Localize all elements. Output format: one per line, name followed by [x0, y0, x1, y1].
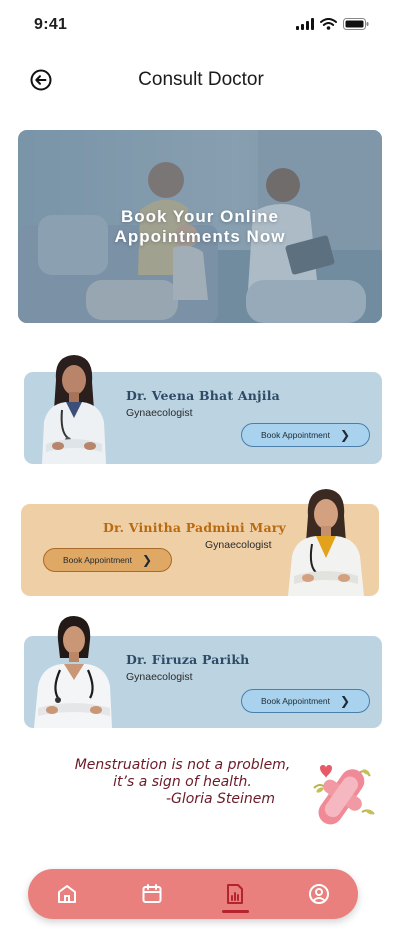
wifi-icon — [320, 18, 337, 30]
doctor-photo-2 — [288, 489, 364, 596]
hero-banner[interactable]: Book Your Online Appointments Now — [18, 130, 382, 323]
report-icon — [227, 884, 243, 904]
quote: Menstruation is not a problem, it’s a si… — [60, 757, 305, 808]
profile-icon — [309, 884, 329, 904]
hero-line-2: Appointments Now — [114, 227, 286, 246]
sanitary-pad-illustration — [313, 765, 375, 825]
book-appointment-label: Book Appointment — [260, 696, 330, 706]
quote-line-2: it’s a sign of health. — [113, 774, 252, 790]
chevron-right-icon: ❯ — [141, 553, 153, 567]
chevron-right-icon: ❯ — [339, 428, 351, 442]
doctor-name: Dr. Vinitha Padmini Mary — [103, 520, 287, 535]
book-appointment-label: Book Appointment — [260, 430, 330, 440]
doctor-name: Dr. Veena Bhat Anjila — [126, 388, 280, 403]
nav-reports[interactable] — [223, 882, 247, 906]
status-time: 9:41 — [34, 16, 68, 33]
page-title: Consult Doctor — [138, 69, 264, 90]
nav-calendar[interactable] — [140, 882, 164, 906]
doctor-specialty: Gynaecologist — [126, 671, 193, 683]
signal-icon — [296, 18, 314, 30]
chevron-right-icon: ❯ — [339, 694, 351, 708]
nav-home[interactable] — [55, 882, 79, 906]
home-icon — [58, 885, 76, 903]
nav-active-indicator — [222, 910, 249, 913]
battery-icon — [343, 18, 369, 30]
book-appointment-button[interactable]: Book Appointment ❯ — [241, 423, 370, 447]
status-icons — [296, 18, 369, 30]
status-bar: 9:41 — [0, 0, 402, 50]
quote-line-1: Menstruation is not a problem, — [74, 757, 291, 773]
calendar-icon — [142, 884, 162, 903]
book-appointment-label: Book Appointment — [62, 555, 132, 565]
doctor-specialty: Gynaecologist — [126, 407, 193, 419]
hero-line-1: Book Your Online — [121, 207, 279, 226]
doctor-photo-1 — [42, 355, 106, 464]
doctor-specialty: Gynaecologist — [205, 539, 272, 551]
hero-headline: Book Your Online Appointments Now — [18, 207, 382, 247]
bottom-nav — [28, 869, 358, 919]
nav-profile[interactable] — [307, 882, 331, 906]
book-appointment-button[interactable]: Book Appointment ❯ — [43, 548, 172, 572]
book-appointment-button[interactable]: Book Appointment ❯ — [241, 689, 370, 713]
doctor-photo-3 — [34, 616, 112, 728]
header: Consult Doctor — [0, 60, 402, 100]
doctor-name: Dr. Firuza Parikh — [126, 652, 250, 667]
quote-author: -Gloria Steinem — [165, 791, 275, 807]
